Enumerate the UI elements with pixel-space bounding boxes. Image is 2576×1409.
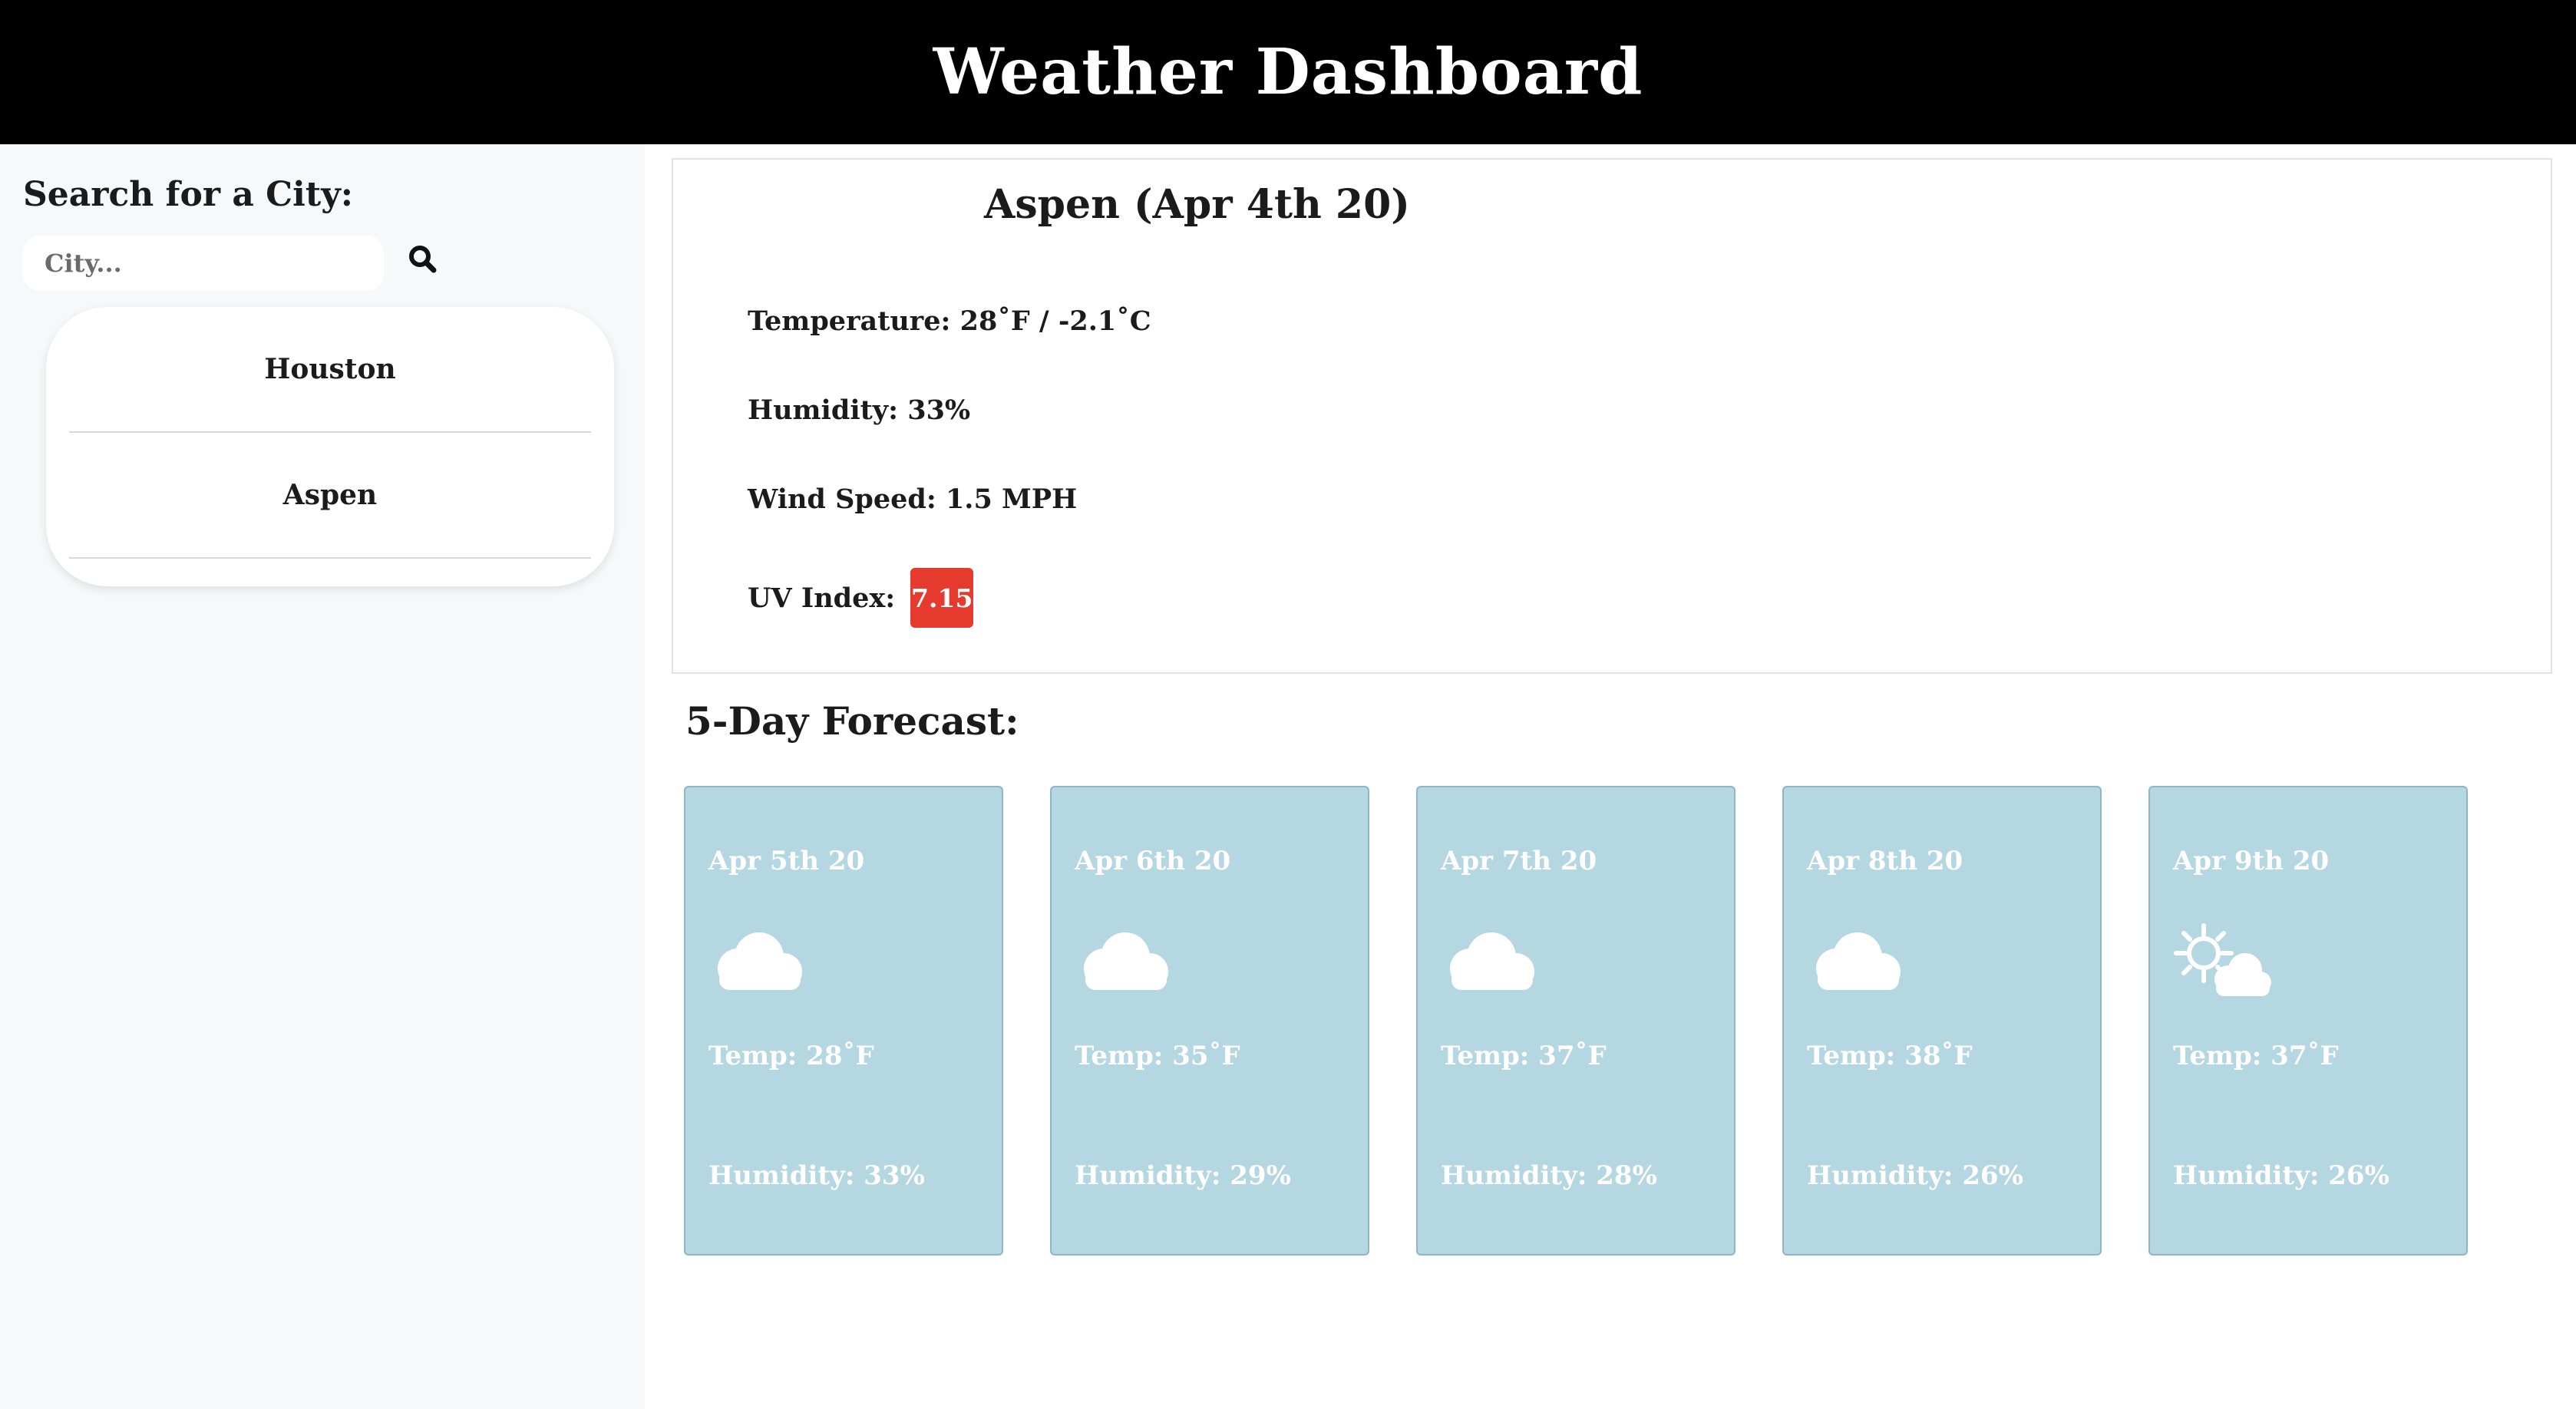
current-uv: UV Index: 7.15 [748, 568, 974, 628]
search-history: Houston Aspen [46, 307, 614, 586]
forecast-temp: Temp: 35˚F [1075, 1041, 1240, 1071]
cloud-icon [718, 932, 802, 990]
forecast-card: Apr 7th 20 Temp: 37˚F Humidity: 28% [1416, 786, 1735, 1256]
current-weather: Aspen (Apr 4th 20) Temperature: 28˚F / -… [672, 158, 2552, 674]
forecast-date: Apr 9th 20 [2173, 846, 2330, 876]
current-humidity: Humidity: 33% [748, 394, 971, 426]
partly-cloudy-icon [2174, 923, 2271, 996]
history-item-aspen[interactable]: Aspen [69, 433, 591, 559]
forecast-date: Apr 8th 20 [1807, 846, 1963, 876]
forecast-humidity: Humidity: 28% [1441, 1160, 1657, 1191]
forecast-date: Apr 5th 20 [708, 846, 865, 876]
forecast-temp: Temp: 37˚F [1441, 1041, 1607, 1071]
search-title: Search for a City: [23, 175, 354, 214]
forecast-humidity: Humidity: 29% [1075, 1160, 1291, 1191]
uv-label: UV Index: [748, 582, 896, 614]
forecast-humidity: Humidity: 26% [1807, 1160, 2023, 1191]
current-wind-speed: Wind Speed: 1.5 MPH [748, 483, 1078, 515]
forecast-date: Apr 7th 20 [1441, 846, 1597, 876]
forecast-card: Apr 6th 20 Temp: 35˚F Humidity: 29% [1050, 786, 1369, 1256]
page-title: Weather Dashboard [933, 35, 1643, 109]
forecast-temp: Temp: 28˚F [708, 1041, 874, 1071]
uv-badge: 7.15 [910, 568, 974, 628]
forecast-humidity: Humidity: 26% [2173, 1160, 2389, 1191]
forecast-card: Apr 8th 20 Temp: 38˚F Humidity: 26% [1782, 786, 2102, 1256]
cloud-icon [1450, 932, 1534, 990]
search-button[interactable] [404, 241, 442, 279]
forecast-temp: Temp: 38˚F [1807, 1041, 1973, 1071]
history-item-houston[interactable]: Houston [69, 307, 591, 433]
cloud-icon [1084, 932, 1168, 990]
search-icon [409, 246, 437, 273]
forecast-temp: Temp: 37˚F [2173, 1041, 2339, 1071]
current-temperature: Temperature: 28˚F / -2.1˚C [748, 305, 1151, 337]
header: Weather Dashboard [0, 0, 2576, 144]
current-city-title: Aspen (Apr 4th 20) [984, 181, 1410, 228]
forecast-card: Apr 5th 20 Temp: 28˚F Humidity: 33% [684, 786, 1003, 1256]
cloud-icon [1816, 932, 1901, 990]
forecast-humidity: Humidity: 33% [708, 1160, 925, 1191]
forecast-card: Apr 9th 20 Temp: 37˚F Humidity: 26% [2148, 786, 2468, 1256]
forecast-title: 5-Day Forecast: [685, 698, 1019, 744]
search-input[interactable] [23, 236, 384, 291]
forecast-date: Apr 6th 20 [1075, 846, 1231, 876]
